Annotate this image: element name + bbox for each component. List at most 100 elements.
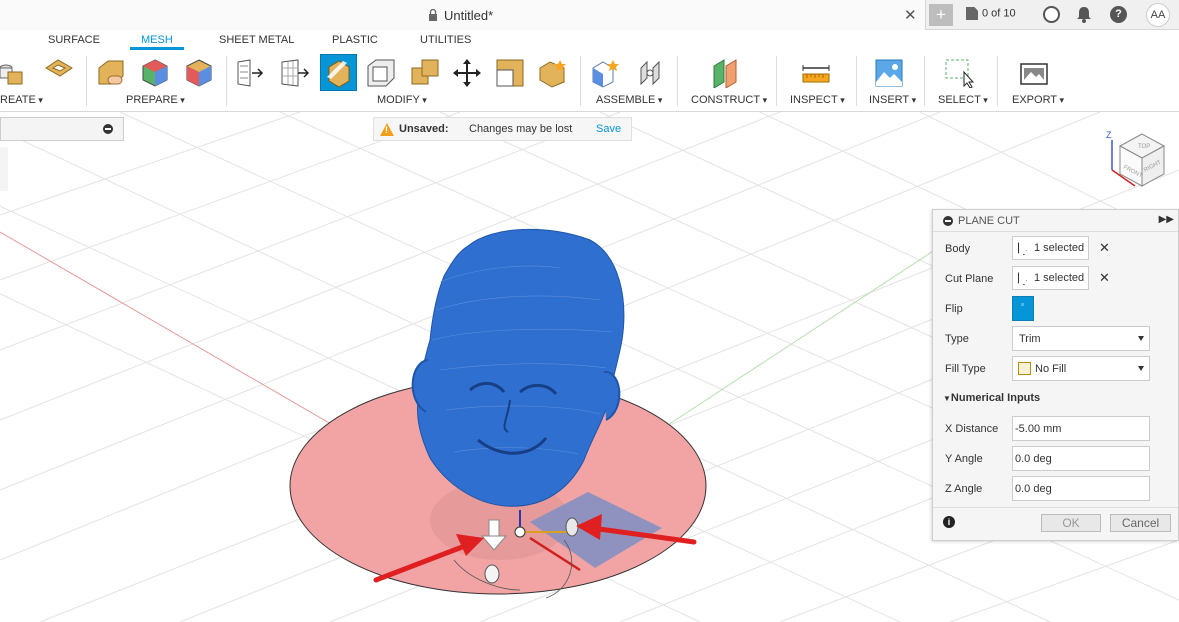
no-fill-icon xyxy=(1018,362,1031,375)
numerical-inputs-section[interactable]: Numerical Inputs xyxy=(943,392,1040,404)
group-insert[interactable]: INSERT xyxy=(869,94,916,106)
origin-handle[interactable] xyxy=(514,526,526,538)
move-icon[interactable] xyxy=(452,58,482,88)
collapse-icon[interactable] xyxy=(103,124,113,134)
remesh-icon[interactable] xyxy=(236,58,266,88)
select-window-icon[interactable] xyxy=(944,58,974,88)
shell-icon[interactable] xyxy=(366,58,396,88)
tab-utilities[interactable]: UTILITIES xyxy=(420,34,471,46)
group-modify[interactable]: MODIFY xyxy=(377,94,427,106)
help-icon[interactable]: ? xyxy=(1110,6,1127,23)
info-icon[interactable]: i xyxy=(943,516,955,528)
chevron-down-icon xyxy=(1138,336,1144,341)
group-prepare[interactable]: PREPARE xyxy=(126,94,185,106)
browser-panel-header[interactable] xyxy=(0,117,124,141)
cutplane-selection[interactable]: 1 selected xyxy=(1012,266,1089,290)
user-avatar[interactable]: AA xyxy=(1146,3,1170,27)
combine-face-groups-icon[interactable] xyxy=(184,58,214,88)
yangle-label: Y Angle xyxy=(945,453,983,465)
group-construct[interactable]: CONSTRUCT xyxy=(691,94,767,106)
group-separator xyxy=(856,56,857,106)
group-create[interactable]: REATE xyxy=(0,94,43,106)
dialog-header: PLANE CUT ▶▶ xyxy=(933,210,1178,232)
rotation-handle-y[interactable] xyxy=(565,517,579,537)
viewcube-top-label: TOP xyxy=(1138,144,1150,150)
rotation-handle-z[interactable] xyxy=(484,564,500,584)
offset-plane-icon[interactable] xyxy=(710,58,740,88)
viewcube-z-axis-label: Z xyxy=(1106,130,1112,140)
joint-icon[interactable] xyxy=(635,58,665,88)
chevron-down-icon xyxy=(1138,366,1144,371)
active-tab-indicator xyxy=(130,47,184,50)
body-selection[interactable]: 1 selected xyxy=(1012,236,1089,260)
clear-body-icon[interactable]: ✕ xyxy=(1099,240,1110,256)
cursor-icon xyxy=(1018,272,1027,285)
export-icon[interactable] xyxy=(1019,58,1049,88)
scale-icon[interactable] xyxy=(495,58,525,88)
group-separator xyxy=(86,56,87,106)
group-separator xyxy=(677,56,678,106)
combine-icon[interactable] xyxy=(410,58,440,88)
new-tab-button[interactable]: + xyxy=(929,4,953,26)
close-tab-icon[interactable]: ✕ xyxy=(904,6,917,24)
body-label: Body xyxy=(945,243,971,255)
title-bar: Untitled* ✕ + 0 of 10 ? AA xyxy=(0,0,1179,30)
group-separator xyxy=(924,56,925,106)
smooth-icon[interactable] xyxy=(538,58,568,88)
tab-sheet-metal[interactable]: SHEET METAL xyxy=(219,34,294,46)
dialog-footer: i OK Cancel xyxy=(933,507,1178,542)
body-selection-value: 1 selected xyxy=(1034,242,1085,254)
tab-mesh[interactable]: MESH xyxy=(141,34,173,46)
tab-surface[interactable]: SURFACE xyxy=(48,34,100,46)
group-separator xyxy=(776,56,777,106)
group-inspect[interactable]: INSPECT xyxy=(790,94,845,106)
flip-toggle-button[interactable] xyxy=(1012,296,1034,321)
save-link[interactable]: Save xyxy=(596,123,621,135)
filltype-dropdown[interactable]: No Fill xyxy=(1012,356,1150,381)
zangle-value: 0.0 deg xyxy=(1015,483,1052,495)
plane-cut-dialog: PLANE CUT ▶▶ Body 1 selected ✕ Cut Plane… xyxy=(932,209,1179,541)
xdistance-input[interactable]: -5.00 mm xyxy=(1012,416,1150,441)
type-dropdown-value: Trim xyxy=(1019,333,1041,345)
clock-icon[interactable] xyxy=(1043,6,1060,23)
group-separator xyxy=(226,56,227,106)
yangle-input[interactable]: 0.0 deg xyxy=(1012,446,1150,471)
filltype-label: Fill Type xyxy=(945,363,986,375)
job-status[interactable]: 0 of 10 xyxy=(966,7,1016,20)
browser-panel-edge xyxy=(0,147,8,191)
unsaved-message: Changes may be lost xyxy=(469,123,573,135)
cutplane-label: Cut Plane xyxy=(945,273,994,285)
insert-image-icon[interactable] xyxy=(874,58,904,88)
generate-face-groups-icon[interactable] xyxy=(140,58,170,88)
create-surface-icon[interactable] xyxy=(44,58,74,88)
clear-cutplane-icon[interactable]: ✕ xyxy=(1099,270,1110,286)
new-component-icon[interactable] xyxy=(591,58,621,88)
xdistance-value: -5.00 mm xyxy=(1015,423,1062,435)
unsaved-notice: ! Unsaved: Changes may be lost Save xyxy=(373,117,632,141)
notifications-bell-icon[interactable] xyxy=(1076,6,1092,23)
dialog-title: PLANE CUT xyxy=(958,215,1020,227)
group-export[interactable]: EXPORT xyxy=(1012,94,1064,106)
plane-cut-button[interactable] xyxy=(320,54,357,91)
tab-plastic[interactable]: PLASTIC xyxy=(332,34,378,46)
cancel-button[interactable]: Cancel xyxy=(1110,514,1171,532)
zangle-label: Z Angle xyxy=(945,483,983,495)
document-title: Untitled* xyxy=(444,8,494,23)
zangle-input[interactable]: 0.0 deg xyxy=(1012,476,1150,501)
collapse-icon[interactable] xyxy=(943,216,953,226)
group-select[interactable]: SELECT xyxy=(938,94,988,106)
document-tab[interactable]: Untitled* ✕ xyxy=(0,0,926,30)
measure-icon[interactable] xyxy=(801,58,831,88)
view-cube[interactable]: TOP FRONT RIGHT Z xyxy=(1106,130,1166,187)
type-dropdown[interactable]: Trim xyxy=(1012,326,1150,351)
ok-button[interactable]: OK xyxy=(1041,514,1101,532)
repair-mesh-icon[interactable] xyxy=(96,58,126,88)
reduce-icon[interactable] xyxy=(280,58,310,88)
filltype-dropdown-value: No Fill xyxy=(1035,363,1067,375)
group-separator xyxy=(580,56,581,106)
yangle-value: 0.0 deg xyxy=(1015,453,1052,465)
expand-icon[interactable]: ▶▶ xyxy=(1159,214,1174,225)
group-assemble[interactable]: ASSEMBLE xyxy=(596,94,662,106)
create-box-icon[interactable] xyxy=(0,58,30,88)
plane-cut-icon xyxy=(327,60,350,88)
